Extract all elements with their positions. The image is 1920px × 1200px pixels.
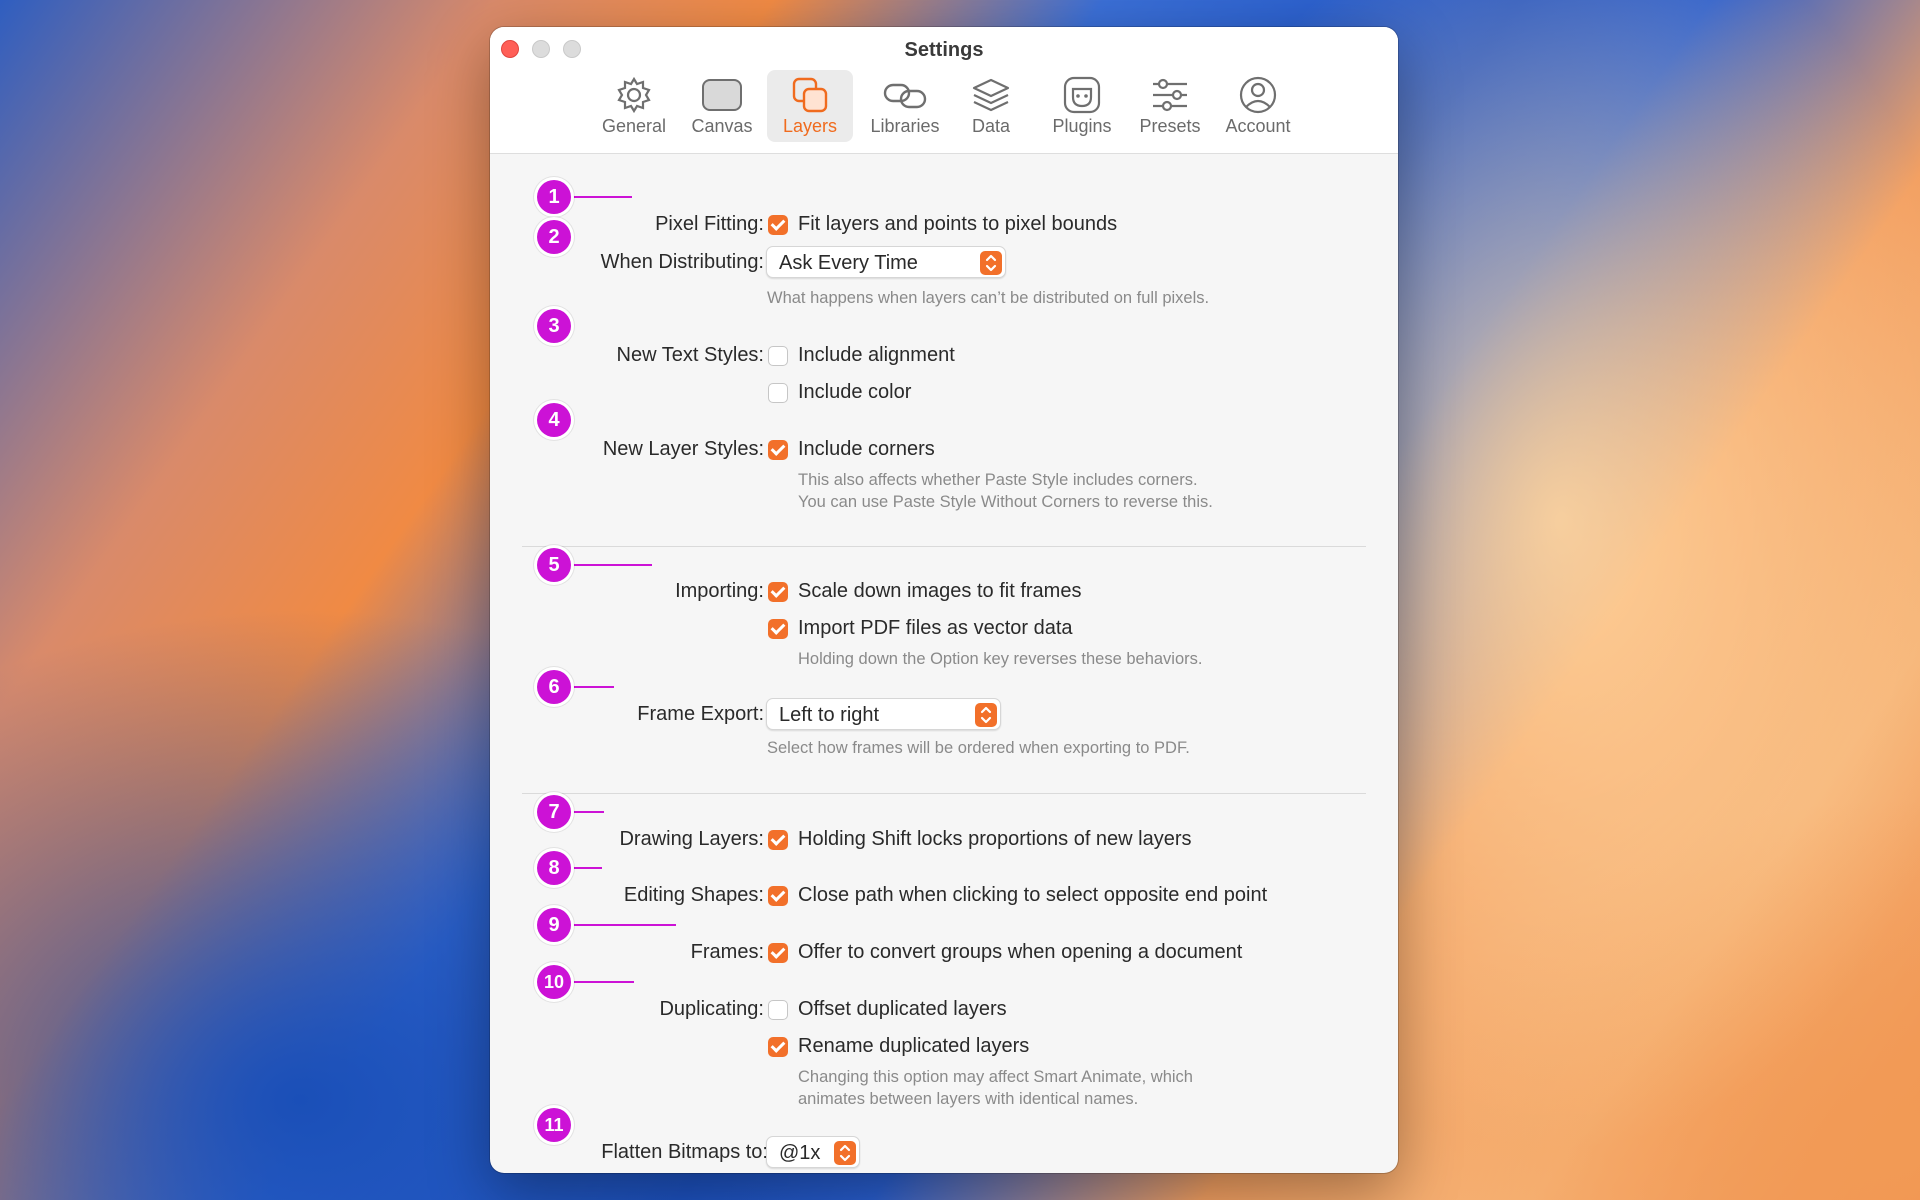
duplicating-help-2: animates between layers with identical n… [798,1090,1139,1108]
text-styles-label: New Text Styles: [616,344,764,366]
distributing-select[interactable]: Ask Every Time [766,246,1006,278]
close-path-checkbox[interactable] [768,886,788,906]
pixel-fitting-option[interactable]: Fit layers and points to pixel bounds [798,213,1117,236]
convert-groups-option[interactable]: Offer to convert groups when opening a d… [798,941,1242,964]
importing-help: Holding down the Option key reverses the… [798,650,1203,668]
annotation-marker: 5 [537,548,571,582]
annotation-marker: 10 [537,965,571,999]
annotation-marker: 9 [537,908,571,942]
tab-label: Plugins [1052,116,1112,136]
importing-label: Importing: [675,580,764,602]
drawing-layers-label: Drawing Layers: [619,828,764,850]
convert-groups-checkbox[interactable] [768,943,788,963]
flatten-bitmaps-select[interactable]: @1x [766,1136,860,1168]
distributing-label: When Distributing: [600,251,764,273]
tab-general[interactable]: General [596,70,672,142]
include-corners-checkbox[interactable] [768,440,788,460]
annotation-leader-line [570,924,676,926]
annotation-marker: 7 [537,795,571,829]
canvas-icon [700,75,744,115]
frame-export-label: Frame Export: [637,703,764,725]
distributing-value: Ask Every Time [779,252,918,274]
frames-label: Frames: [690,941,764,963]
link-icon [882,75,928,115]
stack-icon [971,75,1011,115]
annotation-marker: 11 [537,1108,571,1142]
tab-label: General [601,116,667,136]
tab-canvas[interactable]: Canvas [684,70,760,142]
annotation-leader-line [570,811,604,813]
annotation-leader-line [570,564,652,566]
sliders-icon [1150,75,1190,115]
close-path-option[interactable]: Close path when clicking to select oppos… [798,884,1267,907]
include-alignment-option[interactable]: Include alignment [798,344,955,367]
settings-window: Settings General Canvas Layers Libraries [490,27,1398,1173]
annotation-leader-line [570,867,602,869]
frame-export-value: Left to right [779,704,880,726]
tab-label: Data [971,116,1011,136]
shift-proportions-option[interactable]: Holding Shift locks proportions of new l… [798,828,1192,851]
tab-plugins[interactable]: Plugins [1042,70,1122,142]
editing-shapes-label: Editing Shapes: [623,884,764,906]
offset-duplicated-option[interactable]: Offset duplicated layers [798,998,1007,1021]
tab-label: Presets [1139,116,1201,136]
annotation-marker: 6 [537,670,571,704]
plug-icon [1062,75,1102,115]
shift-proportions-checkbox[interactable] [768,830,788,850]
gear-icon [614,75,654,115]
window-title: Settings [904,39,984,61]
include-color-option[interactable]: Include color [798,381,911,404]
stepper-arrows-icon [980,251,1002,275]
tab-label: Layers [782,116,838,136]
pixel-fitting-label: Pixel Fitting: [655,213,764,235]
annotation-marker: 8 [537,851,571,885]
tab-data[interactable]: Data [958,70,1024,142]
rename-duplicated-option[interactable]: Rename duplicated layers [798,1035,1029,1058]
title-bar: Settings General Canvas Layers Libraries [490,27,1398,154]
include-color-checkbox[interactable] [768,383,788,403]
scale-down-checkbox[interactable] [768,582,788,602]
flatten-bitmaps-label: Flatten Bitmaps to: [601,1141,768,1163]
tab-label: Canvas [691,116,753,136]
annotation-leader-line [570,981,634,983]
tab-account[interactable]: Account [1218,70,1298,142]
include-corners-option[interactable]: Include corners [798,438,935,461]
distributing-help: What happens when layers can’t be distri… [767,289,1210,307]
annotation-leader-line [570,686,614,688]
flatten-bitmaps-value: @1x [779,1142,821,1164]
tab-layers[interactable]: Layers [767,70,853,142]
annotation-marker: 1 [537,180,571,214]
import-pdf-option[interactable]: Import PDF files as vector data [798,617,1073,640]
person-circle-icon [1238,75,1278,115]
frame-export-select[interactable]: Left to right [766,698,1001,730]
tab-label: Libraries [870,116,940,136]
tab-presets[interactable]: Presets [1130,70,1210,142]
tab-label: Account [1225,116,1291,136]
annotation-marker: 2 [537,220,571,254]
tab-libraries[interactable]: Libraries [860,70,950,142]
scale-down-option[interactable]: Scale down images to fit frames [798,580,1081,603]
rename-duplicated-checkbox[interactable] [768,1037,788,1057]
include-alignment-checkbox[interactable] [768,346,788,366]
layer-styles-label: New Layer Styles: [602,438,764,460]
frame-export-help: Select how frames will be ordered when e… [767,739,1190,757]
section-divider [522,793,1366,794]
duplicating-help-1: Changing this option may affect Smart An… [798,1068,1193,1086]
layer-styles-help-1: This also affects whether Paste Style in… [798,471,1198,489]
layers-icon [790,75,830,115]
offset-duplicated-checkbox[interactable] [768,1000,788,1020]
layer-styles-help-2: You can use Paste Style Without Corners … [798,493,1213,511]
import-pdf-checkbox[interactable] [768,619,788,639]
duplicating-label: Duplicating: [659,998,764,1020]
annotation-marker: 4 [537,403,571,437]
stepper-arrows-icon [834,1141,856,1165]
stepper-arrows-icon [975,703,997,727]
pixel-fitting-checkbox[interactable] [768,215,788,235]
layers-settings-pane: Pixel Fitting: Fit layers and points to … [490,154,1398,1173]
annotation-leader-line [570,196,632,198]
annotation-marker: 3 [537,309,571,343]
section-divider [522,546,1366,547]
